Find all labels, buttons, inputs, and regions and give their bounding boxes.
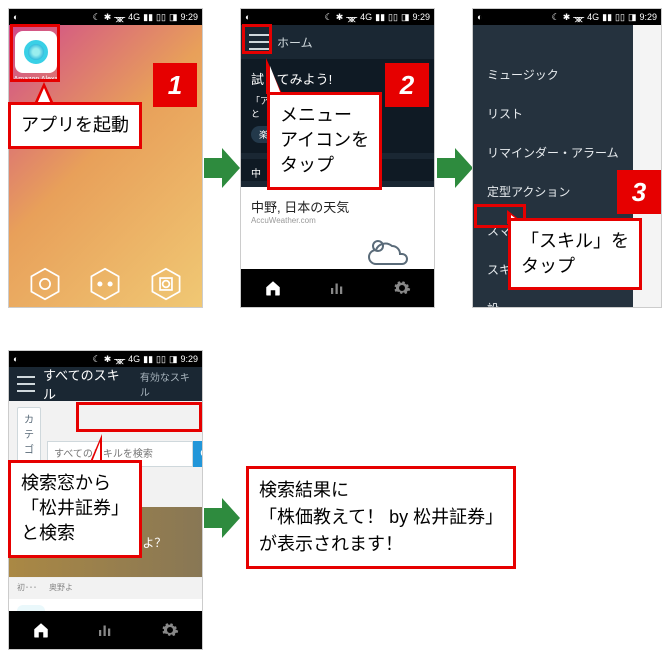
statusbar: ◐ ☾✱ᚘ4G▮▮▯▯◨ 9:29 bbox=[473, 9, 661, 25]
hamburger-icon[interactable] bbox=[249, 34, 269, 50]
clock: 9:29 bbox=[180, 354, 198, 364]
drawer-item-music[interactable]: ミュージック bbox=[473, 55, 633, 94]
gear-icon[interactable] bbox=[393, 279, 411, 297]
search-icon bbox=[199, 447, 203, 461]
callout-result: 検索結果に 「株価教えて！ by 松井証券」 が表示されます！ bbox=[246, 466, 516, 569]
clock: 9:29 bbox=[180, 12, 198, 22]
statusbar: ◐ ☾✱ᚘ4G▮▮▯▯◨ 9:29 bbox=[9, 9, 202, 25]
stats-icon[interactable] bbox=[96, 621, 114, 639]
dock bbox=[9, 267, 202, 301]
search-button[interactable] bbox=[193, 441, 203, 467]
weather-source: AccuWeather.com bbox=[251, 216, 424, 225]
home-icon[interactable] bbox=[32, 621, 50, 639]
step-number-2: 2 bbox=[385, 63, 429, 107]
home-icon[interactable] bbox=[264, 279, 282, 297]
bottom-tabbar bbox=[241, 269, 434, 307]
step-number-1: 1 bbox=[153, 63, 197, 107]
clock: 9:29 bbox=[639, 12, 657, 22]
skills-title: すべてのスキル bbox=[43, 365, 124, 403]
callout-step4: 検索窓から 「松井証券」 と検索 bbox=[8, 460, 142, 558]
skills-subtab[interactable]: 有効なスキル bbox=[140, 369, 194, 399]
dock-icon-1[interactable] bbox=[28, 267, 62, 301]
amazon-alexa-app-icon[interactable]: Amazon Alexa bbox=[15, 31, 57, 73]
weather-location: 中野, 日本の天気 bbox=[251, 197, 424, 216]
topbar-title: ホーム bbox=[277, 34, 313, 51]
skills-topbar: すべてのスキル 有効なスキル bbox=[9, 367, 202, 401]
arrow-1 bbox=[204, 148, 240, 188]
drawer-item-reminder[interactable]: リマインダー・アラーム bbox=[473, 133, 633, 172]
phone-step1: ◐ ☾✱ᚘ4G▮▮▯▯◨ 9:29 Amazon Alexa bbox=[8, 8, 203, 308]
hamburger-icon[interactable] bbox=[17, 376, 35, 392]
statusbar: ◐ ☾✱ᚘ4G▮▮▯▯◨ 9:29 bbox=[241, 9, 434, 25]
drawer-item-routine[interactable]: 定型アクション bbox=[473, 172, 633, 211]
bottom-tabbar bbox=[9, 611, 202, 649]
stats-icon[interactable] bbox=[328, 279, 346, 297]
step-number-3: 3 bbox=[617, 170, 661, 214]
drawer-item-settings[interactable]: 設 bbox=[473, 289, 633, 308]
dock-icon-2[interactable] bbox=[88, 267, 122, 301]
gear-icon[interactable] bbox=[161, 621, 179, 639]
callout-step2: メニュー アイコンを タップ bbox=[267, 92, 382, 190]
dock-icon-3[interactable] bbox=[149, 267, 183, 301]
arrow-3 bbox=[204, 498, 240, 538]
callout-step3: 「スキル」を タップ bbox=[508, 218, 642, 290]
callout-step1: アプリを起動 bbox=[8, 102, 142, 149]
clock: 9:29 bbox=[412, 12, 430, 22]
arrow-2 bbox=[437, 148, 473, 188]
drawer-item-list[interactable]: リスト bbox=[473, 94, 633, 133]
